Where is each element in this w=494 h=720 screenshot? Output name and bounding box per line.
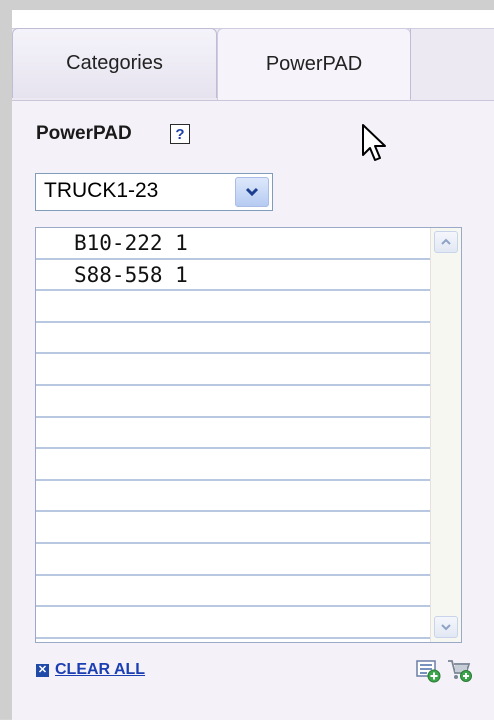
- tab-categories-label: Categories: [66, 52, 163, 74]
- help-icon[interactable]: ?: [170, 124, 190, 144]
- list-item[interactable]: [36, 291, 431, 323]
- list-item[interactable]: [36, 512, 431, 544]
- list-item[interactable]: [36, 544, 431, 576]
- list-item[interactable]: [36, 386, 431, 418]
- add-to-list-icon[interactable]: [415, 657, 441, 683]
- powerpad-list[interactable]: B10-222 1 S88-558 1: [35, 227, 462, 643]
- list-item[interactable]: S88-558 1: [36, 260, 431, 292]
- tab-powerpad-label: PowerPAD: [265, 53, 363, 75]
- tab-categories[interactable]: Categories: [12, 28, 217, 98]
- list-item[interactable]: [36, 607, 431, 639]
- list-item[interactable]: [36, 481, 431, 513]
- mouse-cursor-icon: [360, 123, 390, 170]
- tab-strip-filler: [410, 28, 494, 99]
- clear-all-link[interactable]: CLEAR ALL: [55, 661, 145, 679]
- scroll-up-icon[interactable]: [434, 231, 458, 253]
- truck-select[interactable]: TRUCK1-23: [35, 173, 273, 211]
- list-item[interactable]: [36, 323, 431, 355]
- list-item[interactable]: [36, 449, 431, 481]
- list-item[interactable]: B10-222 1: [36, 228, 431, 260]
- powerpad-rows: B10-222 1 S88-558 1: [36, 228, 431, 639]
- list-scrollbar[interactable]: [430, 228, 461, 642]
- powerpad-heading: PowerPAD: [36, 123, 132, 144]
- window-frame-top: [0, 0, 494, 10]
- clear-all-control[interactable]: ✕ CLEAR ALL: [36, 661, 145, 679]
- window-frame-left: [0, 0, 12, 719]
- truck-select-value: TRUCK1-23: [44, 179, 159, 202]
- chevron-down-icon[interactable]: [235, 177, 269, 207]
- tab-powerpad[interactable]: PowerPAD: [217, 28, 411, 100]
- scroll-down-icon[interactable]: [434, 616, 458, 638]
- list-item[interactable]: [36, 576, 431, 608]
- list-item[interactable]: [36, 354, 431, 386]
- clear-checkbox-icon[interactable]: ✕: [36, 663, 49, 677]
- add-to-cart-icon[interactable]: [446, 657, 472, 683]
- list-item[interactable]: [36, 418, 431, 450]
